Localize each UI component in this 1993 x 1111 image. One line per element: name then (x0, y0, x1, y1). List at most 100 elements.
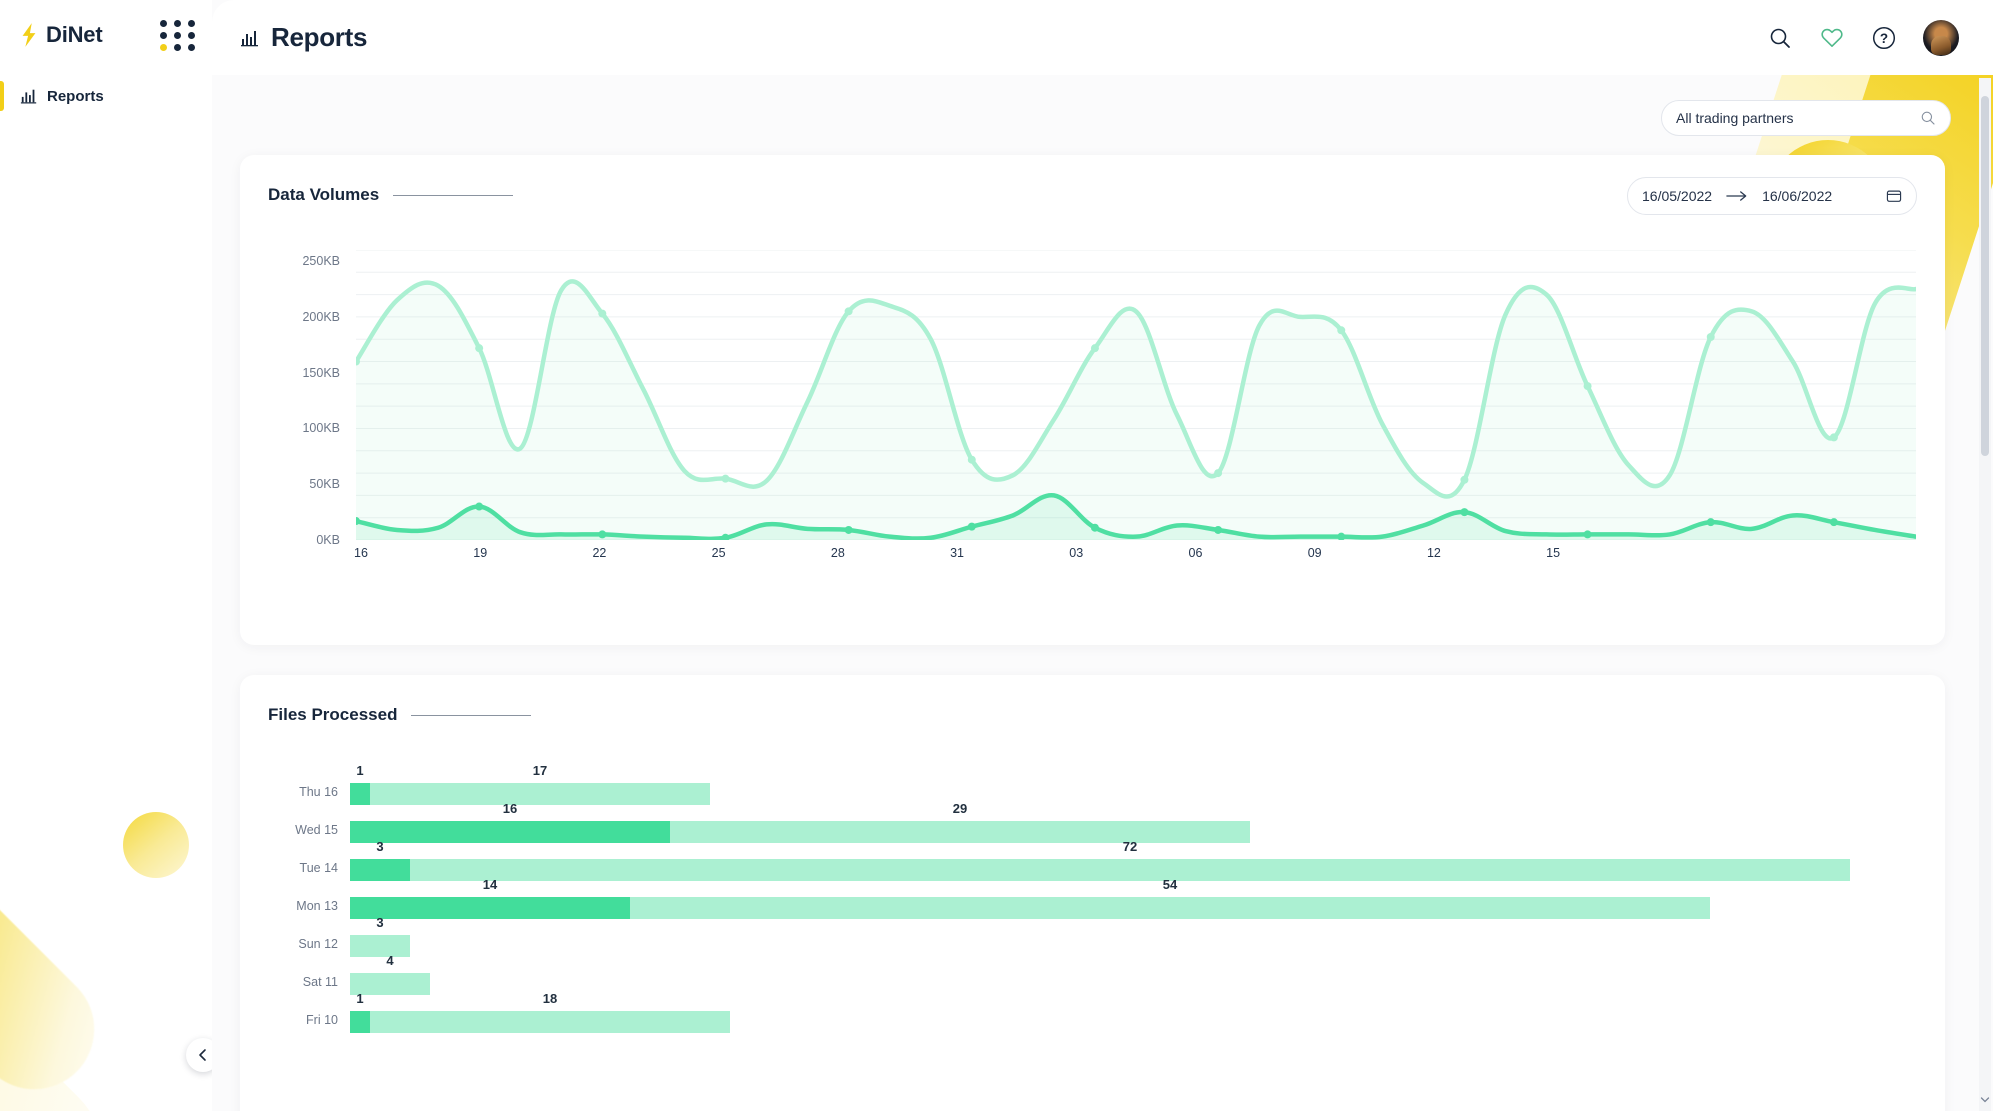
bar-chart-icon (241, 30, 258, 46)
bar-row-label: Mon 13 (296, 899, 338, 913)
bar-row: Sun 12 3 (268, 915, 1918, 965)
files-processed-header: Files Processed (268, 705, 532, 725)
decorative-circle-yellow (123, 812, 189, 878)
y-axis-tick: 150KB (302, 365, 340, 380)
data-point (1337, 326, 1346, 335)
bar-segment-sent[interactable] (350, 1011, 370, 1033)
data-point (1090, 344, 1099, 353)
line-plot-area (352, 249, 1919, 542)
bar-row: Fri 10 1 18 (268, 991, 1918, 1041)
bar-row: Sat 11 4 (268, 953, 1918, 1003)
bar-segment-received[interactable] (670, 821, 1250, 843)
bar-row-label: Fri 10 (306, 1013, 338, 1027)
data-point (1460, 475, 1469, 484)
bar-row: Mon 13 14 54 (268, 877, 1918, 927)
filter-row: All trading partners (1661, 100, 1951, 136)
bar-value-label: 29 (952, 801, 968, 816)
bar-row: Tue 14 3 72 (268, 839, 1918, 889)
data-point (1706, 333, 1715, 341)
heart-icon (1821, 28, 1843, 47)
date-range-picker[interactable]: 16/05/2022 16/06/2022 (1627, 177, 1917, 215)
decorative-shape-yellow (0, 795, 120, 1111)
chevron-left-icon (199, 1049, 206, 1061)
favorites-icon[interactable] (1819, 25, 1845, 51)
header-actions: ? (1767, 19, 1993, 56)
sidebar-item-reports[interactable]: Reports (0, 73, 212, 119)
bar-value-label: 3 (376, 915, 384, 930)
scrollbar-thumb[interactable] (1981, 96, 1989, 456)
chevron-down-icon[interactable] (1980, 1095, 1990, 1105)
search-icon (1921, 111, 1935, 125)
sidebar-collapse-button[interactable] (186, 1038, 212, 1072)
bar-value-label: 14 (482, 877, 498, 892)
bar-row-label: Thu 16 (299, 785, 338, 799)
calendar-icon (1886, 190, 1902, 202)
bar-track: 3 (350, 915, 410, 957)
bar-segment-received[interactable] (350, 935, 410, 957)
bar-value-label: 18 (542, 991, 558, 1006)
arrow-right-icon (1726, 191, 1747, 201)
bar-track: 14 54 (350, 877, 1710, 919)
bar-segment-received[interactable] (410, 859, 1850, 881)
bar-row-label: Tue 14 (299, 861, 338, 875)
x-axis-tick: 06 (1188, 546, 1203, 560)
main-area: Reports ? All trading partners Data Volu… (212, 0, 1993, 1111)
bar-value-label: 16 (502, 801, 518, 816)
bar-track: 16 29 (350, 801, 1250, 843)
bar-row-label: Wed 15 (295, 823, 338, 837)
x-axis-tick: 09 (1307, 546, 1322, 560)
data-point (475, 344, 484, 353)
y-axis-labels: 0KB 50KB 100KB 150KB 200KB 250KB (268, 250, 340, 547)
bar-segment-sent[interactable] (350, 897, 630, 919)
page-title: Reports (271, 22, 368, 52)
x-axis-tick: 03 (1069, 546, 1084, 560)
search-icon[interactable] (1767, 25, 1793, 51)
bolt-icon (22, 23, 36, 47)
brand-name: DiNet (46, 22, 103, 47)
line-series-svg (352, 249, 1919, 542)
data-point (844, 307, 853, 316)
data-point (1214, 469, 1223, 478)
x-axis-tick: 16 (354, 546, 368, 560)
bar-segment-sent[interactable] (350, 783, 370, 805)
y-axis-tick: 100KB (302, 421, 340, 436)
data-volumes-header: Data Volumes (268, 185, 514, 205)
bar-segment-received[interactable] (630, 897, 1710, 919)
bar-chart-icon (20, 89, 37, 104)
page-scrollbar[interactable] (1979, 78, 1991, 1111)
bar-track: 1 18 (350, 991, 730, 1033)
bar-value-label: 54 (1162, 877, 1178, 892)
avatar[interactable] (1923, 19, 1959, 56)
bar-row-label: Sat 11 (302, 975, 338, 989)
x-axis-tick: 28 (830, 546, 845, 560)
bar-segment-sent[interactable] (350, 821, 670, 843)
files-processed-chart: Thu 16 1 17 Wed 15 16 29 Tue 14 3 72 Mon 13 14 54 Su… (268, 763, 1918, 1111)
bar-segment-sent[interactable] (350, 859, 410, 881)
bar-track: 3 72 (350, 839, 1850, 881)
y-axis-tick: 50KB (309, 477, 340, 492)
bar-segment-received[interactable] (370, 1011, 730, 1033)
trading-partner-select[interactable]: All trading partners (1661, 100, 1951, 136)
bar-value-label: 1 (356, 991, 364, 1006)
title-rule (411, 714, 532, 716)
x-axis-tick: 15 (1546, 546, 1561, 560)
x-axis-tick: 25 (711, 546, 726, 560)
x-axis-tick: 12 (1426, 546, 1441, 560)
x-axis-tick: 19 (473, 546, 488, 560)
x-axis-labels: 16 19 22 25 28 31 03 06 09 12 15 (354, 546, 1916, 566)
bar-value-label: 4 (386, 953, 394, 968)
bar-segment-received[interactable] (370, 783, 710, 805)
bar-row-label: Sun 12 (298, 937, 338, 951)
y-axis-tick: 250KB (302, 254, 340, 269)
top-bar: Reports ? (212, 0, 1993, 75)
card-title: Files Processed (268, 705, 398, 724)
date-from: 16/05/2022 (1642, 188, 1713, 204)
bar-value-label: 1 (356, 763, 364, 778)
app-root: DiNet Reports Reports ? All trading part… (0, 0, 1993, 1111)
bar-value-label: 3 (376, 839, 384, 854)
bar-track: 1 17 (350, 763, 710, 805)
page-content: All trading partners Data Volumes 16/05/… (212, 75, 1993, 1111)
help-icon[interactable]: ? (1871, 25, 1897, 51)
grid-apps-icon[interactable] (160, 20, 197, 51)
x-axis-tick: 22 (592, 546, 607, 560)
